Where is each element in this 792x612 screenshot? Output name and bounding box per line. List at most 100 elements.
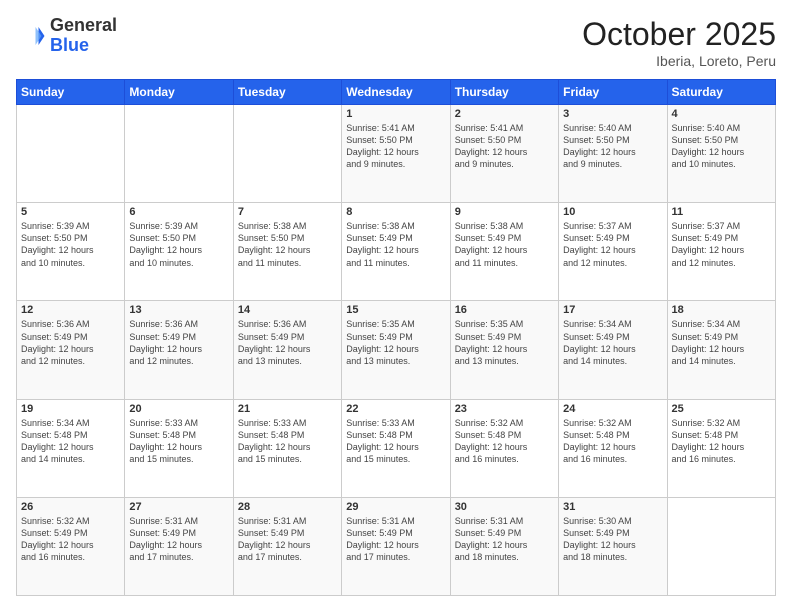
cell-content: Sunrise: 5:31 AMSunset: 5:49 PMDaylight:…: [346, 515, 445, 564]
day-number: 10: [563, 206, 662, 218]
day-number: 3: [563, 108, 662, 120]
day-number: 21: [238, 403, 337, 415]
cell-content: Sunrise: 5:41 AMSunset: 5:50 PMDaylight:…: [455, 122, 554, 171]
day-number: 20: [129, 403, 228, 415]
calendar-cell: 10 Sunrise: 5:37 AMSunset: 5:49 PMDayligh…: [559, 203, 667, 301]
calendar-cell: 16 Sunrise: 5:35 AMSunset: 5:49 PMDayligh…: [450, 301, 558, 399]
day-number: 19: [21, 403, 120, 415]
calendar-week-4: 19 Sunrise: 5:34 AMSunset: 5:48 PMDayligh…: [17, 399, 776, 497]
calendar-cell: 19 Sunrise: 5:34 AMSunset: 5:48 PMDayligh…: [17, 399, 125, 497]
cell-content: Sunrise: 5:35 AMSunset: 5:49 PMDaylight:…: [455, 318, 554, 367]
calendar-cell: 30 Sunrise: 5:31 AMSunset: 5:49 PMDayligh…: [450, 497, 558, 595]
cell-content: Sunrise: 5:40 AMSunset: 5:50 PMDaylight:…: [672, 122, 771, 171]
calendar-cell: 18Sunrise: 5:34 AMSunset: 5:49 PMDayligh…: [667, 301, 775, 399]
day-number: 25: [672, 403, 771, 415]
cell-content: Sunrise: 5:31 AMSunset: 5:49 PMDaylight:…: [238, 515, 337, 564]
logo-general-text: General: [50, 16, 117, 36]
cell-content: Sunrise: 5:32 AMSunset: 5:48 PMDaylight:…: [672, 417, 771, 466]
calendar-cell: 2 Sunrise: 5:41 AMSunset: 5:50 PMDaylight…: [450, 105, 558, 203]
header-day-tuesday: Tuesday: [233, 80, 341, 105]
calendar-week-1: 1Sunrise: 5:41 AMSunset: 5:50 PMDaylight…: [17, 105, 776, 203]
day-number: 9: [455, 206, 554, 218]
header-day-monday: Monday: [125, 80, 233, 105]
calendar-body: 1Sunrise: 5:41 AMSunset: 5:50 PMDaylight…: [17, 105, 776, 596]
logo: General Blue: [16, 16, 117, 56]
calendar-cell: 11 Sunrise: 5:37 AMSunset: 5:49 PMDayligh…: [667, 203, 775, 301]
header-day-saturday: Saturday: [667, 80, 775, 105]
day-number: 2: [455, 108, 554, 120]
header-day-wednesday: Wednesday: [342, 80, 450, 105]
day-number: 6: [129, 206, 228, 218]
calendar-cell: [17, 105, 125, 203]
calendar-cell: 15Sunrise: 5:35 AMSunset: 5:49 PMDayligh…: [342, 301, 450, 399]
cell-content: Sunrise: 5:37 AMSunset: 5:49 PMDaylight:…: [563, 220, 662, 269]
calendar-cell: 24 Sunrise: 5:32 AMSunset: 5:48 PMDayligh…: [559, 399, 667, 497]
cell-content: Sunrise: 5:32 AMSunset: 5:48 PMDaylight:…: [455, 417, 554, 466]
calendar-week-5: 26 Sunrise: 5:32 AMSunset: 5:49 PMDayligh…: [17, 497, 776, 595]
page: General Blue October 2025 Iberia, Loreto…: [0, 0, 792, 612]
day-number: 11: [672, 206, 771, 218]
calendar-cell: 3 Sunrise: 5:40 AMSunset: 5:50 PMDaylight…: [559, 105, 667, 203]
cell-content: Sunrise: 5:34 AMSunset: 5:48 PMDaylight:…: [21, 417, 120, 466]
cell-content: Sunrise: 5:31 AMSunset: 5:49 PMDaylight:…: [455, 515, 554, 564]
day-number: 7: [238, 206, 337, 218]
day-number: 23: [455, 403, 554, 415]
cell-content: Sunrise: 5:41 AMSunset: 5:50 PMDaylight:…: [346, 122, 445, 171]
day-number: 17: [563, 304, 662, 316]
month-title: October 2025: [582, 16, 776, 53]
calendar-cell: 6 Sunrise: 5:39 AMSunset: 5:50 PMDaylight…: [125, 203, 233, 301]
cell-content: Sunrise: 5:34 AMSunset: 5:49 PMDaylight:…: [563, 318, 662, 367]
calendar-header: SundayMondayTuesdayWednesdayThursdayFrid…: [17, 80, 776, 105]
calendar-cell: 21 Sunrise: 5:33 AMSunset: 5:48 PMDayligh…: [233, 399, 341, 497]
logo-icon: [16, 21, 46, 51]
cell-content: Sunrise: 5:36 AMSunset: 5:49 PMDaylight:…: [238, 318, 337, 367]
header: General Blue October 2025 Iberia, Loreto…: [16, 16, 776, 69]
calendar-cell: [233, 105, 341, 203]
calendar-cell: 20 Sunrise: 5:33 AMSunset: 5:48 PMDayligh…: [125, 399, 233, 497]
cell-content: Sunrise: 5:38 AMSunset: 5:49 PMDaylight:…: [455, 220, 554, 269]
day-number: 26: [21, 501, 120, 513]
day-number: 24: [563, 403, 662, 415]
day-number: 27: [129, 501, 228, 513]
calendar-cell: 14Sunrise: 5:36 AMSunset: 5:49 PMDayligh…: [233, 301, 341, 399]
calendar-cell: 12Sunrise: 5:36 AMSunset: 5:49 PMDayligh…: [17, 301, 125, 399]
cell-content: Sunrise: 5:36 AMSunset: 5:49 PMDaylight:…: [21, 318, 120, 367]
cell-content: Sunrise: 5:32 AMSunset: 5:48 PMDaylight:…: [563, 417, 662, 466]
day-number: 5: [21, 206, 120, 218]
cell-content: Sunrise: 5:33 AMSunset: 5:48 PMDaylight:…: [238, 417, 337, 466]
cell-content: Sunrise: 5:37 AMSunset: 5:49 PMDaylight:…: [672, 220, 771, 269]
cell-content: Sunrise: 5:39 AMSunset: 5:50 PMDaylight:…: [129, 220, 228, 269]
calendar-cell: 1Sunrise: 5:41 AMSunset: 5:50 PMDaylight…: [342, 105, 450, 203]
calendar-cell: 8Sunrise: 5:38 AMSunset: 5:49 PMDaylight…: [342, 203, 450, 301]
location-subtitle: Iberia, Loreto, Peru: [582, 53, 776, 69]
cell-content: Sunrise: 5:40 AMSunset: 5:50 PMDaylight:…: [563, 122, 662, 171]
header-day-sunday: Sunday: [17, 80, 125, 105]
day-number: 16: [455, 304, 554, 316]
calendar-cell: 4Sunrise: 5:40 AMSunset: 5:50 PMDaylight…: [667, 105, 775, 203]
calendar-table: SundayMondayTuesdayWednesdayThursdayFrid…: [16, 79, 776, 596]
header-day-friday: Friday: [559, 80, 667, 105]
logo-text: General Blue: [50, 16, 117, 56]
calendar-cell: 26 Sunrise: 5:32 AMSunset: 5:49 PMDayligh…: [17, 497, 125, 595]
calendar-cell: 7 Sunrise: 5:38 AMSunset: 5:50 PMDaylight…: [233, 203, 341, 301]
cell-content: Sunrise: 5:34 AMSunset: 5:49 PMDaylight:…: [672, 318, 771, 367]
calendar-cell: 13Sunrise: 5:36 AMSunset: 5:49 PMDayligh…: [125, 301, 233, 399]
calendar-cell: 17 Sunrise: 5:34 AMSunset: 5:49 PMDayligh…: [559, 301, 667, 399]
cell-content: Sunrise: 5:33 AMSunset: 5:48 PMDaylight:…: [129, 417, 228, 466]
calendar-cell: 22Sunrise: 5:33 AMSunset: 5:48 PMDayligh…: [342, 399, 450, 497]
day-number: 29: [346, 501, 445, 513]
logo-blue-text: Blue: [50, 36, 117, 56]
calendar-cell: 23 Sunrise: 5:32 AMSunset: 5:48 PMDayligh…: [450, 399, 558, 497]
title-block: October 2025 Iberia, Loreto, Peru: [582, 16, 776, 69]
day-number: 30: [455, 501, 554, 513]
calendar-cell: 28 Sunrise: 5:31 AMSunset: 5:49 PMDayligh…: [233, 497, 341, 595]
day-number: 13: [129, 304, 228, 316]
cell-content: Sunrise: 5:38 AMSunset: 5:50 PMDaylight:…: [238, 220, 337, 269]
cell-content: Sunrise: 5:32 AMSunset: 5:49 PMDaylight:…: [21, 515, 120, 564]
cell-content: Sunrise: 5:35 AMSunset: 5:49 PMDaylight:…: [346, 318, 445, 367]
calendar-week-2: 5 Sunrise: 5:39 AMSunset: 5:50 PMDaylight…: [17, 203, 776, 301]
calendar-week-3: 12Sunrise: 5:36 AMSunset: 5:49 PMDayligh…: [17, 301, 776, 399]
day-number: 28: [238, 501, 337, 513]
cell-content: Sunrise: 5:31 AMSunset: 5:49 PMDaylight:…: [129, 515, 228, 564]
calendar-cell: [125, 105, 233, 203]
